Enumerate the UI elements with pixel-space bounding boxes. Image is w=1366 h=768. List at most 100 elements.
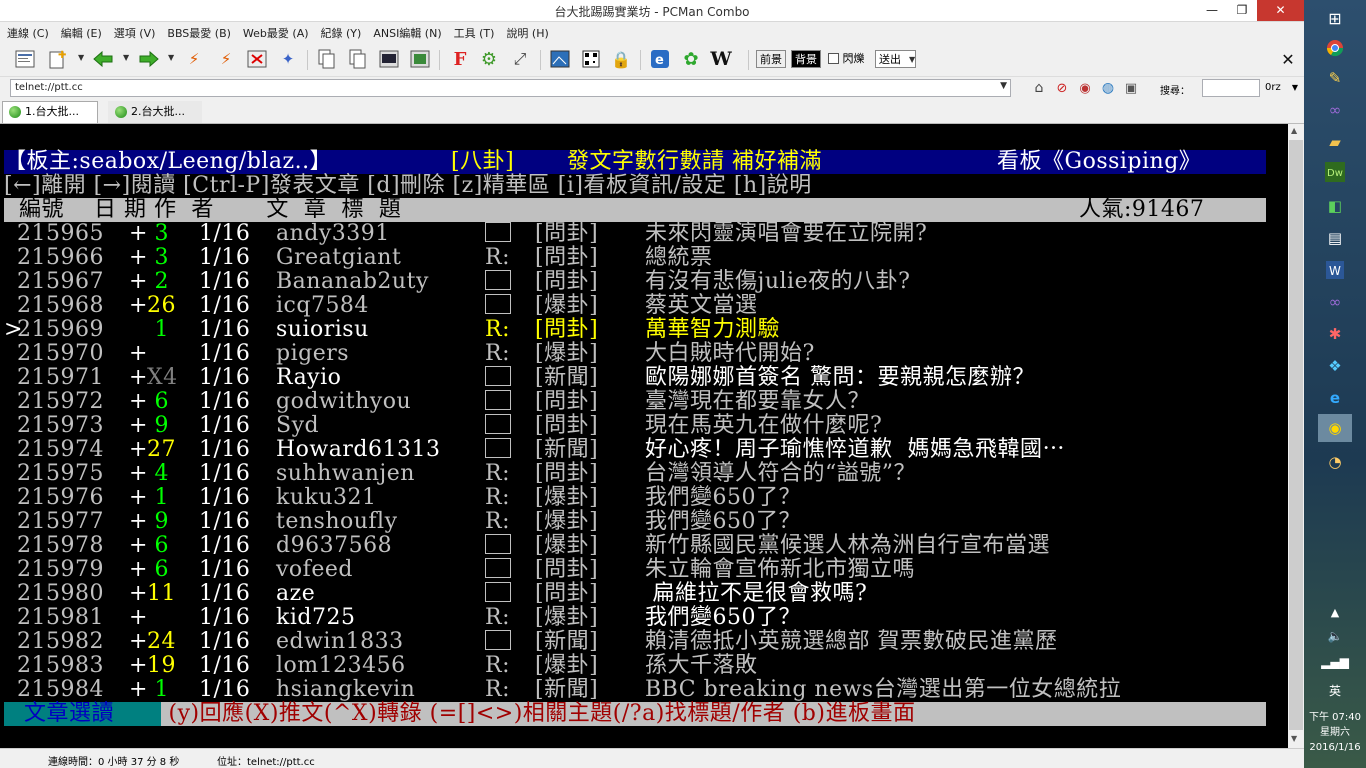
reconnect-icon[interactable]: ⚡	[183, 48, 205, 70]
reply-mark: R:	[485, 341, 510, 366]
copy-icon[interactable]	[316, 48, 338, 70]
scroll-thumb[interactable]	[1289, 140, 1303, 730]
start-icon[interactable]: ⊞	[1318, 4, 1352, 32]
taskbar-clock[interactable]: 下午 07:40 星期六 2016/1/16	[1304, 710, 1366, 755]
article-number: 215977	[17, 509, 104, 534]
new-connection-icon[interactable]	[14, 48, 36, 70]
globe-icon[interactable]: ◍	[1097, 77, 1119, 99]
article-title: 總統票	[645, 245, 713, 270]
menu-item[interactable]: ANSI編輯 (N)	[366, 22, 446, 41]
scroll-up-icon[interactable]: ▲	[1291, 126, 1297, 135]
search-input[interactable]	[1202, 79, 1260, 97]
dreamweaver-icon[interactable]: Dw	[1318, 158, 1352, 186]
tab-bar: 1.台大批... 2.台大批...	[0, 100, 1304, 124]
app-green-icon[interactable]: ◧	[1318, 192, 1352, 220]
home-icon[interactable]: ⌂	[1028, 77, 1050, 99]
settings-icon[interactable]: ⚙	[478, 48, 500, 70]
screenshot-icon[interactable]	[409, 48, 431, 70]
notepad-icon[interactable]: ✎	[1318, 64, 1352, 92]
blink-checkbox-box[interactable]	[828, 53, 839, 64]
scroll-down-icon[interactable]: ▼	[1291, 734, 1297, 743]
wikipedia-icon[interactable]: W	[710, 48, 732, 70]
reply-mark: R:	[485, 317, 510, 342]
network-signal-icon[interactable]: ▂▄▆	[1318, 648, 1352, 676]
footer-bar: 文章選讀 (y)回應(X)推文(^X)轉錄 (=[]<>)相關主題(/?a)找標…	[4, 702, 1266, 726]
row-cursor	[4, 438, 12, 462]
background-color-button[interactable]: 背景	[791, 50, 821, 68]
menu-item[interactable]: 編輯 (E)	[54, 22, 107, 41]
search-engine-dropdown-icon[interactable]: ▼	[1292, 83, 1298, 92]
back-icon[interactable]	[92, 48, 114, 70]
minimize-button[interactable]: —	[1197, 0, 1227, 21]
menu-item[interactable]: 工具 (T)	[447, 22, 500, 41]
article-date: 1/16	[199, 557, 251, 582]
app-network-icon[interactable]: ❖	[1318, 352, 1352, 380]
qrcode-icon[interactable]	[580, 48, 602, 70]
menu-item[interactable]: BBS最愛 (B)	[160, 22, 236, 41]
word-icon[interactable]: W	[1318, 256, 1352, 284]
forward-icon[interactable]	[138, 48, 160, 70]
article-number: 215979	[17, 557, 104, 582]
forward-dropdown-icon[interactable]: ▼	[168, 53, 174, 62]
article-category: [問卦]	[535, 413, 599, 438]
internet-explorer-icon[interactable]: e	[1318, 384, 1352, 412]
chrome-icon[interactable]	[1318, 34, 1352, 62]
back-dropdown-icon[interactable]: ▼	[123, 53, 129, 62]
favorite-dropdown-icon[interactable]: ▼	[78, 53, 84, 62]
blink-checkbox[interactable]: 閃爍	[828, 50, 868, 68]
push-count: 24	[147, 629, 176, 654]
app-paint-icon[interactable]: ✱	[1318, 320, 1352, 348]
volume-icon[interactable]: 🔈	[1318, 622, 1352, 650]
ie-icon[interactable]: e	[649, 48, 671, 70]
pcman-taskbar-icon[interactable]: ◉	[1318, 414, 1352, 442]
push-count	[147, 342, 162, 366]
lock-icon[interactable]: 🔒	[610, 48, 632, 70]
font-icon[interactable]: F	[449, 48, 471, 70]
article-date: 1/16	[199, 485, 251, 510]
menu-item[interactable]: 連線 (C)	[0, 22, 54, 41]
menu-item[interactable]: 選項 (V)	[107, 22, 161, 41]
window-icon[interactable]: ▣	[1120, 77, 1142, 99]
tab-1[interactable]: 1.台大批...	[2, 101, 98, 123]
row-cursor	[4, 654, 12, 678]
tab-2[interactable]: 2.台大批...	[108, 101, 202, 123]
unread-box	[485, 534, 511, 558]
search-engine-select[interactable]: 0rz ▼	[1265, 82, 1298, 93]
maximize-button[interactable]: ❐	[1227, 0, 1257, 21]
menu-item[interactable]: Web最愛 (A)	[236, 22, 314, 41]
copy-ansi-icon[interactable]	[378, 48, 400, 70]
flower-icon[interactable]: ✿	[680, 48, 702, 70]
unread-box	[485, 366, 511, 390]
close-connection-icon[interactable]	[246, 48, 268, 70]
close-button[interactable]: ✕	[1257, 0, 1304, 21]
fullscreen-icon[interactable]: ⤢	[509, 48, 531, 70]
menu-item[interactable]: 紀錄 (Y)	[314, 22, 367, 41]
article-title: BBC breaking news台灣選出第一位女總統拉	[645, 677, 1122, 702]
paste-icon[interactable]	[347, 48, 369, 70]
disconnect-icon[interactable]: ⚡	[215, 48, 237, 70]
pin-icon[interactable]: ✦	[277, 48, 299, 70]
popularity-count: 人氣:91467	[1079, 197, 1205, 222]
antiidle-icon[interactable]: ◉	[1074, 77, 1096, 99]
toolbar-close-icon[interactable]: ✕	[1277, 48, 1299, 70]
outlook-icon[interactable]: ▤	[1318, 224, 1352, 252]
article-category: [爆卦]	[535, 293, 599, 318]
article-category: [問卦]	[535, 317, 599, 342]
foreground-color-button[interactable]: 前景	[756, 50, 786, 68]
address-input[interactable]: telnet://ptt.cc ▼	[10, 79, 1011, 97]
visual-studio-icon[interactable]: ∞	[1318, 96, 1352, 124]
send-dropdown-icon[interactable]: ▼	[909, 55, 915, 64]
menu-item[interactable]: 說明 (H)	[499, 22, 553, 41]
image-icon[interactable]	[549, 48, 571, 70]
bbs-terminal[interactable]: 【板主:seabox/Leeng/blaz..】 [八卦] 發文字數行數請 補好…	[0, 124, 1288, 748]
ime-indicator[interactable]: 英	[1318, 676, 1352, 704]
connected-icon	[115, 106, 127, 118]
app-chart-icon[interactable]: ◔	[1318, 448, 1352, 476]
add-favorite-icon[interactable]: ✚	[46, 48, 68, 70]
terminal-scrollbar[interactable]: ▲ ▼	[1288, 124, 1304, 748]
folder-icon[interactable]: ▰	[1318, 128, 1352, 156]
stop-icon[interactable]: ⊘	[1051, 77, 1073, 99]
visual-studio-2-icon[interactable]: ∞	[1318, 288, 1352, 316]
address-dropdown-icon[interactable]: ▼	[1000, 81, 1007, 91]
push-count: 26	[147, 293, 176, 318]
